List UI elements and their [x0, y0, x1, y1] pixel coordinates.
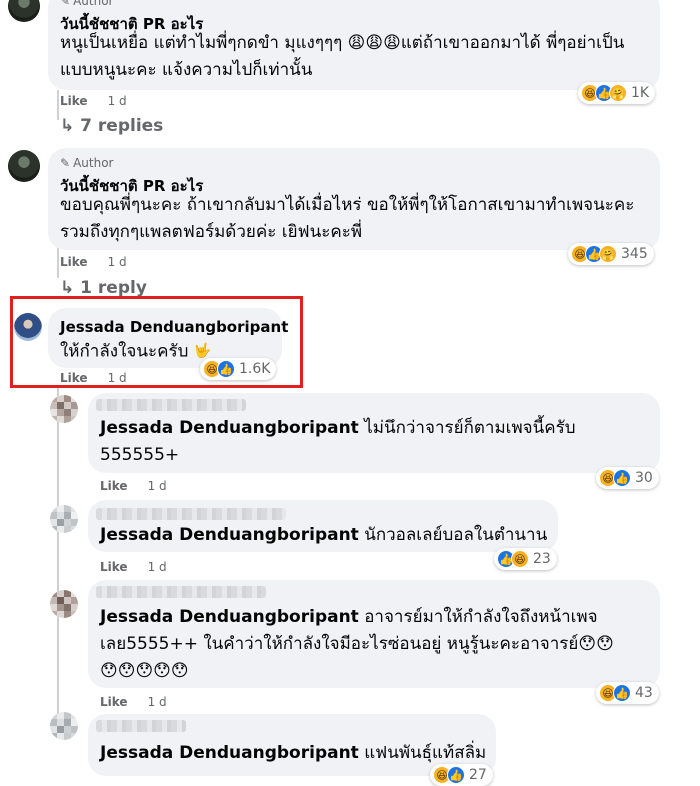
like-button[interactable]: Like — [100, 479, 128, 493]
avatar[interactable] — [50, 395, 78, 423]
reaction-summary[interactable]: 😆 👍 🤗 1K — [578, 82, 656, 104]
thread-line — [57, 388, 59, 718]
reply-bubble: Jessada Denduangboripant อาจารย์มาให้กำล… — [88, 580, 660, 688]
comment-text: ขอบคุณพี่ๆนะคะ ถ้าเขากลับมาได้เมื่อไหร่ … — [60, 195, 635, 242]
reply-actions: Like 1 d — [100, 695, 167, 709]
reply-text: Jessada Denduangboripant อาจารย์มาให้กำล… — [100, 607, 614, 681]
reaction-count: 27 — [469, 767, 487, 783]
reaction-summary[interactable]: 😆 👍 1.6K — [200, 358, 277, 380]
view-replies-link[interactable]: ↳ 1 reply — [60, 278, 147, 298]
reply-time[interactable]: 1 d — [148, 695, 167, 709]
blurred-name — [96, 720, 186, 732]
reply-actions: Like 1 d — [100, 560, 167, 574]
like-button[interactable]: Like — [100, 560, 128, 574]
comment-time[interactable]: 1 d — [108, 255, 127, 269]
like-button[interactable]: Like — [60, 94, 88, 108]
pencil-icon: ✎ — [60, 0, 71, 8]
reaction-count: 1.6K — [239, 361, 271, 377]
reply-time[interactable]: 1 d — [148, 560, 167, 574]
reply-actions: Like 1 d — [100, 479, 167, 493]
comment-actions: Like 1 d — [60, 371, 127, 385]
reaction-count: 43 — [635, 685, 653, 701]
reaction-summary[interactable]: 😆 👍 🤗 345 — [568, 243, 654, 265]
reaction-count: 23 — [533, 551, 551, 567]
author-badge: ✎ Author — [60, 156, 114, 170]
thread-line — [57, 90, 59, 120]
mention-link[interactable]: Jessada Denduangboripant — [100, 418, 359, 438]
comment-author[interactable]: Jessada Denduangboripant — [60, 318, 288, 336]
comment-actions: Like 1 d — [60, 255, 127, 269]
mention-link[interactable]: Jessada Denduangboripant — [100, 525, 359, 545]
care-reaction-icon: 🤗 — [609, 84, 627, 102]
reaction-count: 1K — [631, 85, 650, 101]
reaction-count: 30 — [635, 470, 653, 486]
avatar[interactable] — [50, 712, 78, 740]
blurred-name — [96, 399, 246, 411]
reply-bubble: Jessada Denduangboripant ไม่นึกว่าจารย์ก… — [88, 393, 660, 473]
comment-actions: Like 1 d — [60, 94, 127, 108]
like-reaction-icon: 👍 — [447, 766, 465, 784]
blurred-name — [96, 586, 266, 598]
reply-text: Jessada Denduangboripant ไม่นึกว่าจารย์ก… — [100, 418, 576, 465]
care-reaction-icon: 🤗 — [599, 245, 617, 263]
comment-text: หนูเป็นเหยื่อ แต่ทำไมพี่ๆกดขำ มุแงๆๆๆ 😩😩… — [60, 33, 625, 80]
like-button[interactable]: Like — [100, 695, 128, 709]
pencil-icon: ✎ — [60, 156, 71, 170]
reply-bubble: Jessada Denduangboripant นักวอลเลย์บอลใน… — [88, 500, 558, 552]
reaction-summary[interactable]: 👍 😆 23 — [494, 548, 557, 570]
reaction-summary[interactable]: 😆 👍 43 — [596, 682, 659, 704]
reaction-count: 345 — [621, 246, 648, 262]
reply-arrow-icon: ↳ — [60, 116, 75, 136]
avatar[interactable] — [8, 0, 40, 22]
like-button[interactable]: Like — [60, 371, 88, 385]
avatar[interactable] — [50, 505, 78, 533]
reply-arrow-icon: ↳ — [60, 278, 75, 298]
avatar[interactable] — [14, 313, 42, 341]
comment-time[interactable]: 1 d — [108, 371, 127, 385]
comment-bubble: ✎ Author วันนี้ชัชชาติ PR อะไร ขอบคุณพี่ๆ… — [48, 148, 660, 250]
like-reaction-icon: 👍 — [217, 360, 235, 378]
mention-link[interactable]: Jessada Denduangboripant — [100, 743, 359, 763]
like-reaction-icon: 👍 — [613, 684, 631, 702]
reply-text: Jessada Denduangboripant แฟนพันธุ์แท้สลิ… — [100, 743, 487, 763]
reply-time[interactable]: 1 d — [148, 479, 167, 493]
like-button[interactable]: Like — [60, 255, 88, 269]
mention-link[interactable]: Jessada Denduangboripant — [100, 607, 359, 627]
blurred-name — [96, 508, 286, 520]
author-badge: ✎ Author — [60, 0, 113, 8]
view-replies-link[interactable]: ↳ 7 replies — [60, 116, 163, 136]
reaction-summary[interactable]: 😆 👍 30 — [596, 467, 659, 489]
haha-reaction-icon: 😆 — [511, 550, 529, 568]
avatar[interactable] — [50, 590, 78, 618]
comment-time[interactable]: 1 d — [108, 94, 127, 108]
like-reaction-icon: 👍 — [613, 469, 631, 487]
avatar[interactable] — [8, 150, 40, 182]
reaction-summary[interactable]: 😆 👍 27 — [430, 764, 493, 786]
reply-text: Jessada Denduangboripant นักวอลเลย์บอลใน… — [100, 525, 548, 545]
comment-bubble: ✎ Author วันนี้ชัชชาติ PR อะไร หนูเป็นเหย… — [48, 0, 660, 90]
